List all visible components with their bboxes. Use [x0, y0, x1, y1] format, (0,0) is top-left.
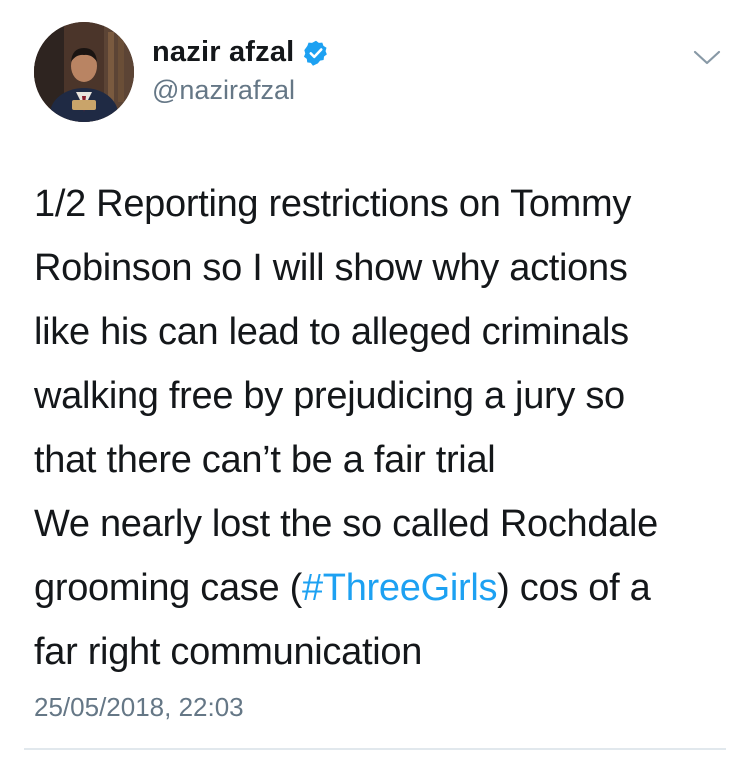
tweet-text-segment: ) cos of a — [497, 567, 651, 609]
divider — [24, 748, 726, 750]
chevron-down-icon[interactable] — [690, 44, 724, 70]
tweet-line: walking free by prejudicing a jury so — [34, 375, 625, 417]
author-name-row[interactable]: nazir afzal — [152, 36, 330, 69]
tweet-line: like his can lead to alleged criminals — [34, 311, 629, 353]
avatar[interactable] — [34, 22, 134, 122]
tweet-text-segment: grooming case ( — [34, 567, 302, 609]
tweet-line: far right communication — [34, 631, 423, 673]
tweet-text: 1/2 Reporting restrictions on Tommy Robi… — [34, 172, 724, 684]
verified-badge-icon — [302, 39, 330, 67]
tweet-line: Robinson so I will show why actions — [34, 247, 628, 289]
tweet-line: that there can’t be a fair trial — [34, 439, 496, 481]
author-handle[interactable]: @nazirafzal — [152, 75, 295, 106]
tweet-line-with-hashtag: grooming case (#ThreeGirls) cos of a — [34, 556, 724, 620]
tweet-timestamp[interactable]: 25/05/2018, 22:03 — [34, 692, 244, 723]
hashtag-link[interactable]: #ThreeGirls — [302, 567, 498, 609]
tweet-line: 1/2 Reporting restrictions on Tommy — [34, 183, 632, 225]
tweet-card: nazir afzal @nazirafzal 1/2 Reporting re… — [0, 0, 750, 760]
author-display-name[interactable]: nazir afzal — [152, 36, 294, 69]
profile-photo-icon — [34, 22, 134, 122]
tweet-line: We nearly lost the so called Rochdale — [34, 503, 658, 545]
